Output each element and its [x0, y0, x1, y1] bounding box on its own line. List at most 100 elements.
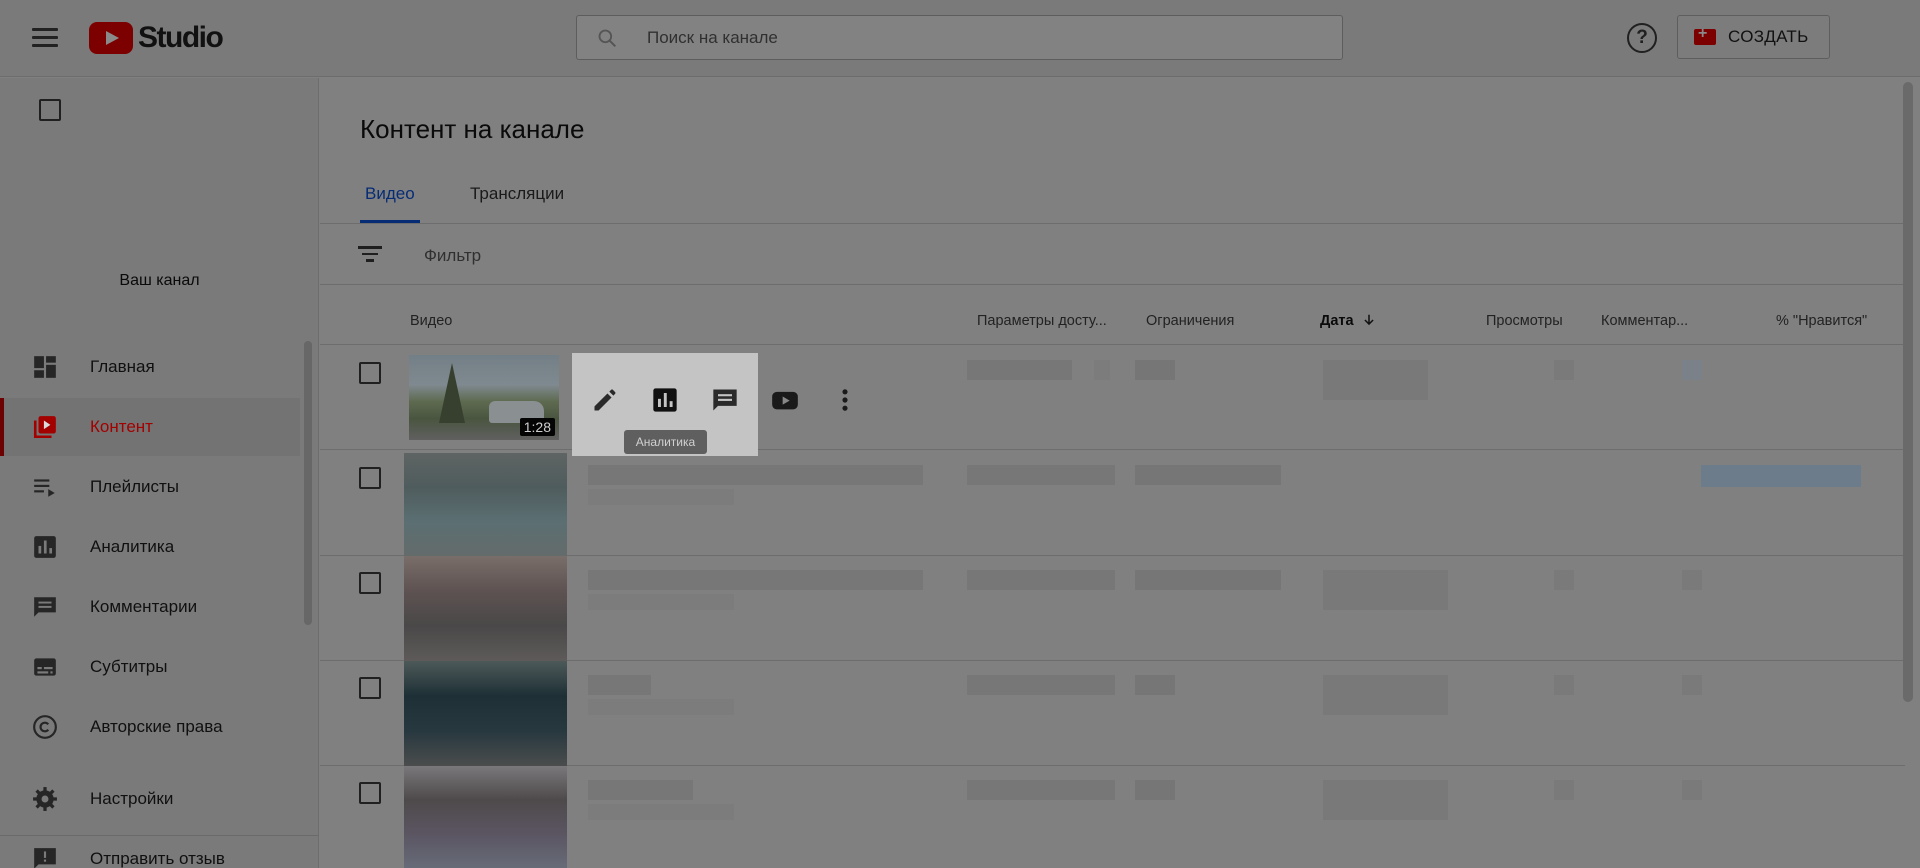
sidebar-item-label: Авторские права: [90, 717, 223, 736]
sidebar-item-label: Комментарии: [90, 597, 198, 616]
blurred-cell: [1701, 465, 1861, 487]
table-row[interactable]: [320, 451, 1905, 556]
blurred-cell: [967, 360, 1072, 380]
edit-pencil-icon[interactable]: [591, 386, 619, 414]
column-comments[interactable]: Комментар...: [1601, 313, 1688, 329]
analytics-bar-icon[interactable]: [651, 386, 679, 414]
active-indicator: [0, 398, 4, 456]
column-views[interactable]: Просмотры: [1486, 313, 1563, 329]
table-header: Видео Параметры досту... Ограничения Дат…: [39, 99, 1905, 345]
tab-live[interactable]: Трансляции: [470, 184, 564, 204]
blurred-thumbnail: [404, 661, 567, 766]
tab-videos[interactable]: Видео: [365, 184, 415, 204]
row-checkbox[interactable]: [359, 782, 381, 804]
top-bar: Studio ? СОЗДАТЬ: [0, 0, 1920, 77]
feedback-icon: [34, 848, 56, 868]
blurred-cell: [967, 570, 1115, 590]
main-content: Контент на канале Видео Трансляции Видео…: [39, 78, 1920, 868]
sidebar-item-label: Контент: [90, 417, 153, 436]
hamburger-menu-icon[interactable]: [28, 24, 62, 50]
sidebar-item-subtitles[interactable]: Субтитры: [0, 638, 300, 696]
sidebar: Ваш канал Главная Контент Плейлисты Анал…: [0, 78, 319, 868]
settings-icon: [33, 787, 57, 811]
sidebar-item-dashboard[interactable]: Главная: [0, 338, 300, 396]
blurred-cell: [1323, 570, 1448, 610]
blurred-cell: [1554, 675, 1574, 695]
blurred-title: [588, 780, 693, 800]
blurred-cell: [1135, 465, 1281, 485]
blurred-title: [588, 465, 923, 485]
blurred-title: [588, 675, 651, 695]
sidebar-item-comments[interactable]: Комментарии: [0, 578, 300, 636]
logo-text: Studio: [138, 21, 224, 54]
blurred-cell: [1094, 360, 1110, 380]
table-row[interactable]: [320, 661, 1905, 766]
create-video-icon: [1694, 25, 1716, 45]
youtube-view-icon[interactable]: [771, 386, 799, 414]
blurred-cell: [1135, 360, 1175, 380]
sidebar-item-feedback[interactable]: Отправить отзыв: [0, 830, 300, 868]
your-channel-label: Ваш канал: [119, 272, 200, 289]
blurred-cell: [1554, 570, 1574, 590]
main-scrollbar[interactable]: [1903, 82, 1913, 702]
studio-logo[interactable]: Studio: [89, 21, 224, 55]
tabs-divider: [320, 223, 1905, 224]
blurred-description: [588, 594, 734, 610]
filter-input[interactable]: [424, 246, 824, 266]
blurred-cell: [967, 675, 1115, 695]
blurred-cell: [1682, 780, 1702, 800]
subtitles-icon: [34, 658, 56, 676]
blurred-cell: [1135, 570, 1281, 590]
sidebar-item-label: Отправить отзыв: [90, 849, 225, 868]
column-video[interactable]: Видео: [410, 313, 452, 329]
create-button-label: СОЗДАТЬ: [1728, 27, 1809, 46]
sidebar-item-content[interactable]: Контент: [0, 398, 300, 456]
table-row[interactable]: 1:28: [320, 345, 1905, 450]
search-input[interactable]: [647, 26, 1327, 50]
help-icon[interactable]: ?: [1627, 23, 1657, 53]
column-likes[interactable]: % "Нравится": [1776, 313, 1867, 329]
thumbnail-tree: [439, 363, 465, 423]
sidebar-item-copyright[interactable]: Авторские права: [0, 698, 300, 756]
blurred-description: [588, 804, 734, 820]
search-box[interactable]: [576, 15, 1343, 60]
sidebar-scrollbar[interactable]: [304, 341, 312, 625]
search-icon: [598, 29, 617, 48]
video-thumbnail[interactable]: 1:28: [409, 355, 559, 440]
blurred-cell: [967, 465, 1115, 485]
column-date[interactable]: Дата: [1320, 313, 1376, 329]
row-checkbox[interactable]: [359, 467, 381, 489]
sort-down-icon: [1363, 314, 1374, 326]
sidebar-item-playlists[interactable]: Плейлисты: [0, 458, 300, 516]
blurred-cell: [1135, 675, 1175, 695]
select-all-checkbox[interactable]: [39, 99, 61, 121]
row-checkbox[interactable]: [359, 362, 381, 384]
row-checkbox[interactable]: [359, 677, 381, 699]
blurred-description: [588, 489, 734, 505]
blurred-thumbnail: [404, 453, 567, 556]
table-row[interactable]: [320, 766, 1905, 868]
blurred-cell: [1323, 675, 1448, 715]
dashboard-icon: [34, 356, 56, 378]
table-row[interactable]: [320, 556, 1905, 661]
create-button[interactable]: СОЗДАТЬ: [1677, 15, 1830, 59]
column-restrictions[interactable]: Ограничения: [1146, 313, 1234, 329]
sidebar-item-label: Аналитика: [90, 537, 175, 556]
comments-icon[interactable]: [711, 386, 739, 414]
sidebar-item-settings[interactable]: Настройки: [0, 770, 300, 828]
blurred-thumbnail: [404, 766, 567, 868]
sidebar-item-analytics[interactable]: Аналитика: [0, 518, 300, 576]
blurred-cell: [967, 780, 1115, 800]
column-date-label: Дата: [1320, 313, 1354, 329]
column-visibility[interactable]: Параметры досту...: [977, 313, 1107, 329]
blurred-cell: [1682, 360, 1702, 380]
blurred-cell: [1554, 360, 1574, 380]
blurred-thumbnail: [404, 556, 567, 661]
page-title: Контент на канале: [360, 114, 585, 144]
blurred-description: [588, 699, 734, 715]
filter-icon[interactable]: [358, 246, 382, 266]
more-vert-icon[interactable]: [831, 386, 859, 414]
blurred-title: [588, 570, 923, 590]
playlist-icon: [34, 479, 55, 497]
row-checkbox[interactable]: [359, 572, 381, 594]
